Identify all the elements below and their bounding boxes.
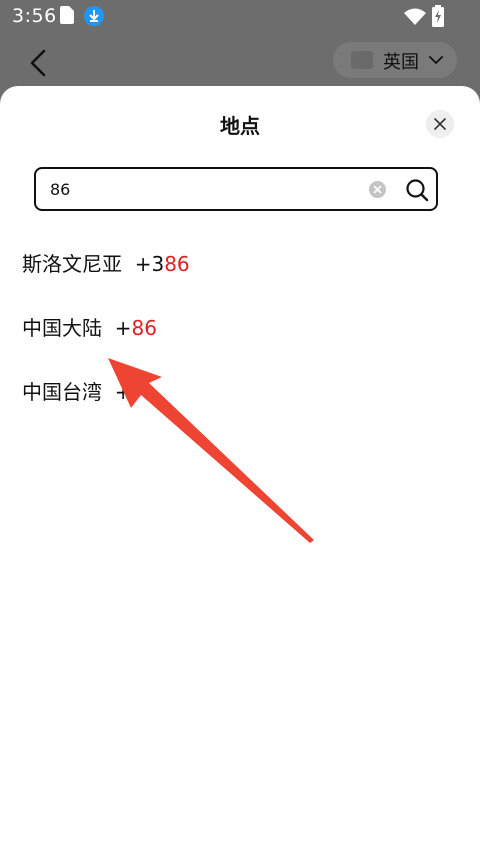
status-bar: 3:56 — [0, 0, 480, 34]
dial-match: 86 — [131, 316, 157, 340]
list-item[interactable]: 斯洛文尼亚 +386 — [22, 244, 452, 284]
search-icon[interactable] — [405, 178, 429, 202]
clear-icon[interactable] — [369, 181, 386, 198]
chevron-down-icon — [429, 56, 443, 65]
search-box[interactable] — [34, 167, 438, 211]
region-selector[interactable]: 英国 — [333, 42, 457, 78]
close-button[interactable] — [426, 110, 454, 138]
location-name: 中国台湾 — [22, 380, 102, 404]
location-name: 中国大陆 — [22, 316, 102, 340]
wifi-icon — [404, 8, 426, 25]
dial-match: 86 — [164, 252, 190, 276]
list-item[interactable]: 中国台湾 + — [22, 372, 452, 412]
location-name: 斯洛文尼亚 — [22, 252, 122, 276]
sim-icon — [60, 6, 74, 24]
close-icon — [434, 118, 446, 130]
battery-icon — [432, 5, 444, 27]
search-input[interactable] — [50, 177, 350, 201]
location-sheet: 地点 斯洛文尼亚 +386 中国大陆 +86 中国台湾 + — [0, 86, 480, 853]
back-arrow-icon[interactable] — [26, 48, 48, 78]
status-time: 3:56 — [12, 5, 57, 27]
region-label: 英国 — [383, 52, 419, 73]
background-header: 英国 — [0, 34, 480, 90]
dial-prefix: + — [114, 380, 132, 404]
dial-prefix: +3 — [134, 252, 165, 276]
list-item[interactable]: 中国大陆 +86 — [22, 308, 452, 348]
sheet-title: 地点 — [220, 114, 260, 138]
dial-prefix: + — [114, 316, 132, 340]
download-icon — [84, 6, 104, 26]
flag-icon — [351, 51, 373, 69]
